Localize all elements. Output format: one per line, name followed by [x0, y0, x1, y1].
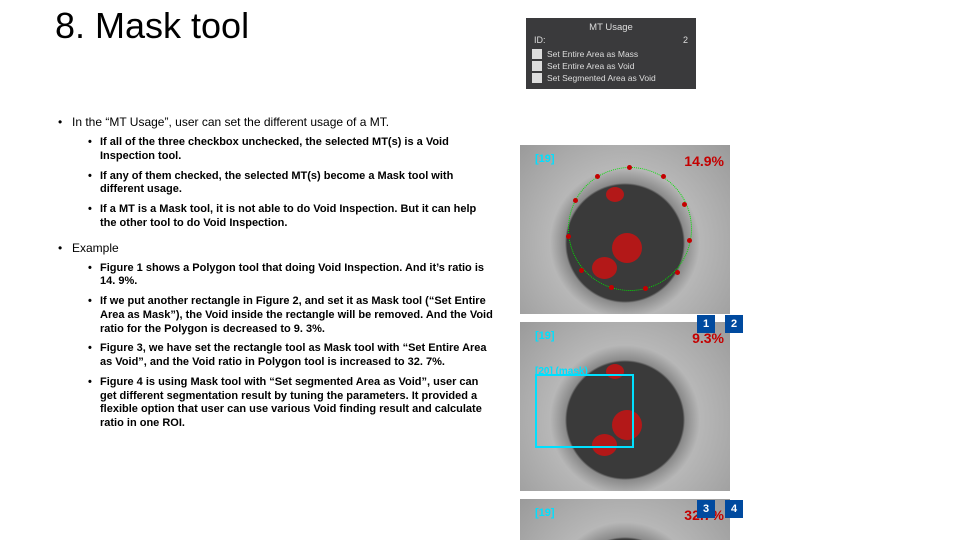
- checkbox-void[interactable]: [532, 61, 542, 71]
- ex1: Figure 1 shows a Polygon tool that doing…: [58, 262, 495, 290]
- figure-2: [19] [20] (mask) 9.3%: [520, 322, 733, 494]
- sub2: If any of them checked, the selected MT(…: [58, 170, 495, 198]
- fig1-pct: 14.9%: [684, 153, 724, 169]
- body-text: In the “MT Usage”, user can set the diff…: [58, 115, 495, 437]
- ex3: Figure 3, we have set the rectangle tool…: [58, 342, 495, 370]
- sub1: If all of the three checkbox unchecked, …: [58, 136, 495, 164]
- mt-usage-id-row: ID: 2: [532, 35, 690, 47]
- id-value: 2: [683, 35, 688, 45]
- opt-mass: Set Entire Area as Mass: [547, 49, 638, 59]
- opt-void: Set Entire Area as Void: [547, 61, 634, 71]
- checkbox-mass[interactable]: [532, 49, 542, 59]
- ex4: Figure 4 is using Mask tool with “Set se…: [58, 376, 495, 431]
- mt-usage-title: MT Usage: [532, 22, 690, 33]
- checkbox-segvoid[interactable]: [532, 73, 542, 83]
- fig3-id: [19]: [535, 507, 555, 519]
- polygon-overlay: [568, 167, 692, 291]
- figure-grid: [19] 14.9% [19] [20] (mask) 9.3% [19] [2…: [520, 145, 950, 540]
- badge-4: 4: [725, 500, 743, 518]
- sub3: If a MT is a Mask tool, it is not able t…: [58, 203, 495, 231]
- id-label: ID:: [534, 35, 546, 45]
- mask-rect-2: [535, 374, 634, 448]
- example-h: Example: [58, 241, 495, 256]
- page-title: 8. Mask tool: [55, 5, 249, 47]
- badge-3: 3: [697, 500, 715, 518]
- badges-bottom: 3 4: [697, 500, 743, 518]
- opt-segvoid: Set Segmented Area as Void: [547, 73, 656, 83]
- fig1-id: [19]: [535, 153, 555, 165]
- intro: In the “MT Usage”, user can set the diff…: [58, 115, 495, 130]
- mt-usage-panel: MT Usage ID: 2 Set Entire Area as Mass S…: [526, 18, 696, 89]
- badges-top: 1 2: [697, 315, 743, 333]
- badge-1: 1: [697, 315, 715, 333]
- fig2-mask: [20] (mask): [535, 366, 588, 377]
- figure-1: [19] 14.9%: [520, 145, 733, 317]
- fig2-id: [19]: [535, 330, 555, 342]
- badge-2: 2: [725, 315, 743, 333]
- ex2: If we put another rectangle in Figure 2,…: [58, 295, 495, 336]
